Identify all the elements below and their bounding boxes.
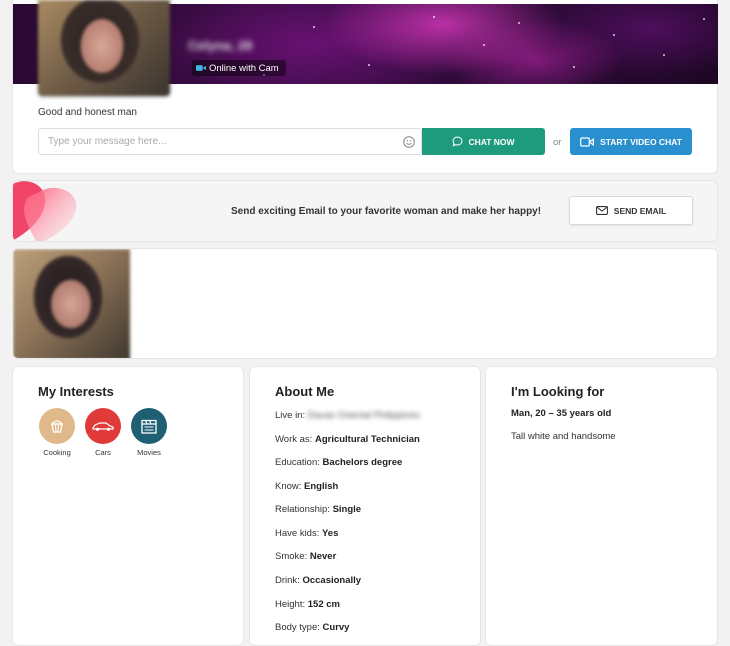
emoji-icon[interactable] [403, 136, 415, 148]
online-status-badge: Online with Cam [192, 60, 286, 76]
video-camera-icon [196, 65, 206, 71]
chat-now-label: CHAT NOW [468, 136, 515, 147]
looking-for-card: I'm Looking for Man, 20 – 35 years old T… [485, 366, 718, 646]
interest-cooking: Cooking [37, 408, 77, 457]
interest-label: Cars [95, 448, 111, 457]
email-promo-card: Send exciting Email to your favorite wom… [12, 180, 718, 242]
looking-for-title: I'm Looking for [511, 384, 605, 399]
interest-cars: Cars [83, 408, 123, 457]
profile-headline: Good and honest man [38, 107, 137, 118]
email-promo-text: Send exciting Email to your favorite wom… [231, 206, 542, 217]
about-education: Education: Bachelors degree [275, 457, 403, 468]
envelope-icon [595, 206, 608, 215]
interests-title: My Interests [38, 384, 114, 399]
send-email-label: SEND EMAIL [613, 205, 667, 216]
online-status-text: Online with Cam [209, 62, 279, 74]
looking-for-age-range: Man, 20 – 35 years old [511, 408, 612, 419]
chat-now-button[interactable]: CHAT NOW [422, 128, 545, 155]
car-icon [85, 408, 121, 444]
message-box [38, 128, 422, 155]
interest-label: Movies [137, 448, 161, 457]
about-live-in: Live in: Davao Oriental Philippines [275, 410, 420, 421]
about-me-title: About Me [275, 384, 335, 399]
video-camera-icon [580, 136, 594, 147]
about-me-card: About Me Live in: Davao Oriental Philipp… [249, 366, 481, 646]
about-smoke: Smoke: Never [275, 551, 337, 562]
photo-gallery [12, 248, 718, 359]
about-height: Height: 152 cm [275, 599, 340, 610]
start-video-chat-label: START VIDEO CHAT [600, 136, 682, 147]
about-body-type: Body type: Curvy [275, 622, 350, 633]
gallery-photo[interactable] [13, 249, 130, 358]
clapperboard-icon [131, 408, 167, 444]
chat-bubble-icon [452, 136, 463, 147]
profile-avatar[interactable] [38, 0, 170, 96]
profile-card: Celyna, 28 Online with Cam Good and hone… [12, 0, 718, 174]
start-video-chat-button[interactable]: START VIDEO CHAT [570, 128, 692, 155]
send-email-button[interactable]: SEND EMAIL [569, 196, 693, 225]
interests-card: My Interests Cooking Cars Movies [12, 366, 244, 646]
hearts-decoration-icon [13, 181, 77, 241]
about-kids: Have kids: Yes [275, 528, 339, 539]
about-work: Work as: Agricultural Technician [275, 434, 420, 445]
or-separator: or [553, 137, 562, 148]
about-drink: Drink: Occasionally [275, 575, 362, 586]
cupcake-icon [39, 408, 75, 444]
about-relationship: Relationship: Single [275, 504, 362, 515]
interest-label: Cooking [43, 448, 71, 457]
profile-name: Celyna, 28 [188, 38, 253, 53]
about-languages: Know: English [275, 481, 339, 492]
looking-for-description: Tall white and handsome [511, 431, 616, 442]
message-input[interactable] [39, 129, 399, 154]
interest-movies: Movies [129, 408, 169, 457]
